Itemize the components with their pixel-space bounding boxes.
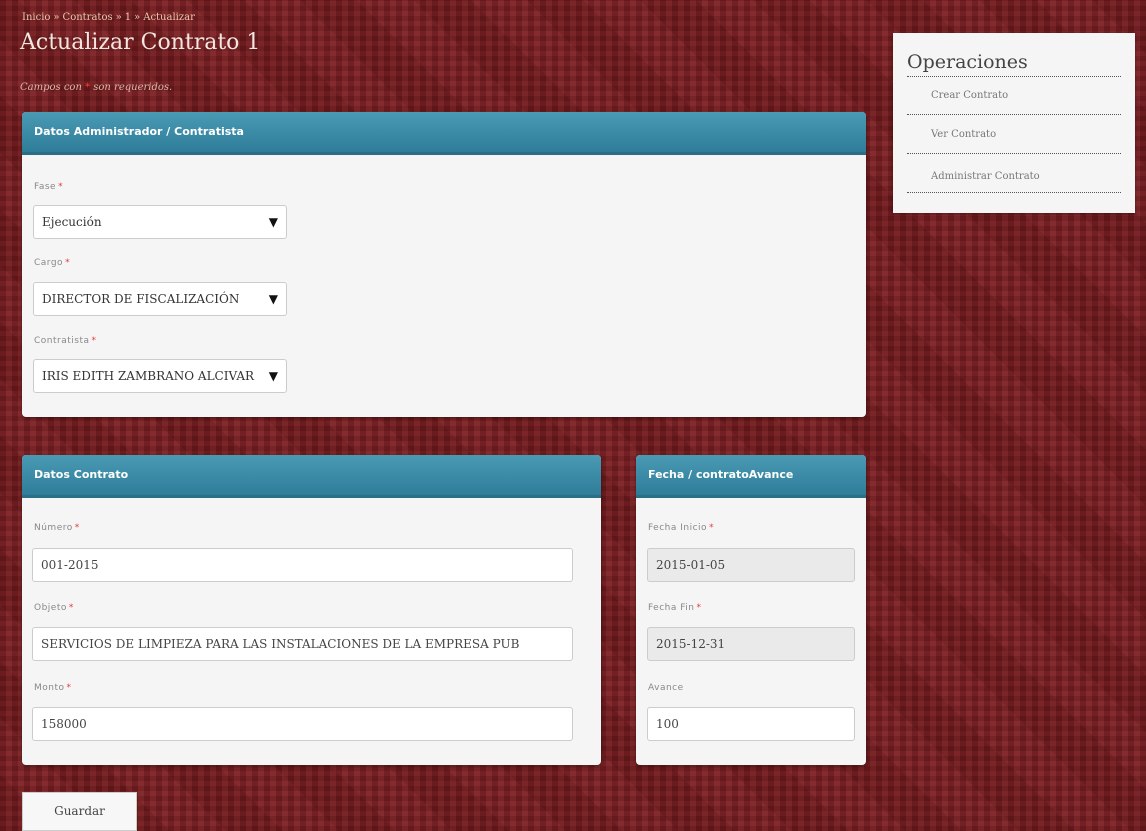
- sidebar-item-administrar-contrato[interactable]: Administrar Contrato: [931, 171, 1040, 182]
- contratista-label: Contratista *: [34, 336, 97, 346]
- save-button[interactable]: Guardar: [22, 792, 137, 831]
- panel-fecha-title: Fecha / contratoAvance: [636, 455, 866, 498]
- breadcrumb-separator: »: [53, 12, 60, 23]
- avance-input[interactable]: 100: [647, 707, 855, 741]
- required-fields-note: Campos con * son requeridos.: [20, 82, 172, 93]
- fase-select[interactable]: Ejecución ▼: [33, 205, 287, 239]
- divider: [907, 114, 1121, 115]
- contratista-selected-value: IRIS EDITH ZAMBRANO ALCIVAR: [42, 369, 255, 383]
- panel-contrato-title: Datos Contrato: [22, 455, 601, 498]
- breadcrumb-separator: »: [115, 12, 122, 23]
- avance-label: Avance: [648, 683, 684, 693]
- breadcrumb-separator: »: [134, 12, 141, 23]
- required-note-suffix: son requeridos.: [93, 82, 173, 93]
- fecha-inicio-input[interactable]: 2015-01-05: [647, 548, 855, 582]
- chevron-down-icon: ▼: [268, 215, 278, 229]
- cargo-label: Cargo *: [34, 258, 71, 268]
- page-title: Actualizar Contrato 1: [20, 30, 261, 55]
- breadcrumb-link-contratos[interactable]: Contratos: [63, 12, 113, 23]
- contratista-select[interactable]: IRIS EDITH ZAMBRANO ALCIVAR ▼: [33, 359, 287, 393]
- objeto-label: Objeto *: [34, 603, 74, 613]
- panel-admin-title: Datos Administrador / Contratista: [22, 112, 866, 155]
- breadcrumb-link-inicio[interactable]: Inicio: [22, 12, 50, 23]
- fase-label: Fase *: [34, 182, 64, 192]
- divider: [907, 153, 1121, 154]
- fecha-fin-label: Fecha Fin *: [648, 603, 702, 613]
- sidebar-item-ver-contrato[interactable]: Ver Contrato: [931, 129, 996, 140]
- panel-datos-contrato: Datos Contrato Número * 001-2015 Objeto * …: [22, 455, 601, 765]
- operations-title: Operaciones: [907, 51, 1028, 73]
- cargo-selected-value: DIRECTOR DE FISCALIZACIÓN: [42, 292, 240, 306]
- numero-label: Número *: [34, 523, 80, 533]
- monto-label: Monto *: [34, 683, 72, 693]
- divider: [907, 192, 1121, 193]
- panel-admin-contratista: Datos Administrador / Contratista Fase * …: [22, 112, 866, 417]
- required-note-prefix: Campos con: [20, 82, 82, 93]
- breadcrumb-link-1[interactable]: 1: [125, 12, 131, 23]
- cargo-select[interactable]: DIRECTOR DE FISCALIZACIÓN ▼: [33, 282, 287, 316]
- required-star: *: [85, 82, 91, 93]
- operations-sidebar: Operaciones Crear Contrato Ver Contrato …: [893, 33, 1135, 213]
- chevron-down-icon: ▼: [268, 369, 278, 383]
- sidebar-item-crear-contrato[interactable]: Crear Contrato: [931, 90, 1008, 101]
- breadcrumb-current: Actualizar: [143, 12, 195, 23]
- divider: [907, 76, 1121, 77]
- objeto-input[interactable]: SERVICIOS DE LIMPIEZA PARA LAS INSTALACI…: [32, 627, 573, 661]
- chevron-down-icon: ▼: [268, 292, 278, 306]
- numero-input[interactable]: 001-2015: [32, 548, 573, 582]
- monto-input[interactable]: 158000: [32, 707, 573, 741]
- fase-selected-value: Ejecución: [42, 215, 102, 229]
- fecha-inicio-label: Fecha Inicio *: [648, 523, 715, 533]
- fecha-fin-input[interactable]: 2015-12-31: [647, 627, 855, 661]
- panel-fecha-avance: Fecha / contratoAvance Fecha Inicio * 201…: [636, 455, 866, 765]
- breadcrumb: Inicio» Contratos» 1» Actualizar: [22, 12, 195, 23]
